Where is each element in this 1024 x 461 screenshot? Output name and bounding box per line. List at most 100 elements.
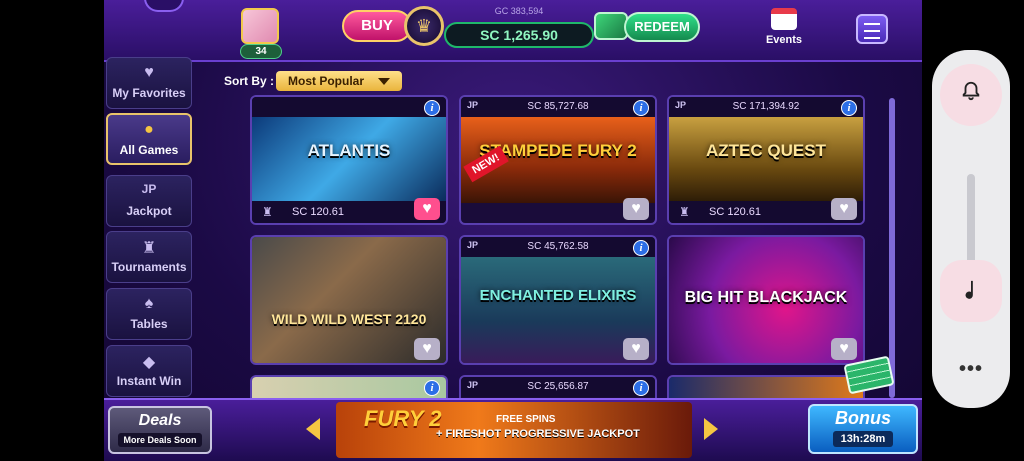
game-title: ENCHANTED ELIXIRS — [479, 287, 637, 304]
deals-button[interactable]: Deals More Deals Soon — [108, 406, 212, 454]
sidebar-item-label: Jackpot — [126, 204, 172, 218]
coins-icon: ● — [144, 121, 154, 138]
promo-headline: FREE SPINS — [496, 414, 556, 425]
sidebar-item-instant-win[interactable]: ◆ Instant Win — [106, 345, 192, 397]
promo-game-title: FURY 2 — [364, 406, 442, 431]
tile-footer: ♥ — [252, 338, 446, 363]
events-label: Events — [765, 34, 803, 46]
deals-title: Deals — [138, 412, 182, 429]
carousel-next-icon[interactable] — [704, 418, 718, 440]
sort-selected-value: Most Popular — [288, 74, 365, 88]
scrollbar[interactable] — [889, 98, 895, 398]
bonus-button[interactable]: Bonus 13h:28m — [808, 404, 918, 454]
sidebar-item-label: My Favorites — [112, 86, 186, 100]
scrollbar-thumb[interactable] — [889, 98, 895, 398]
category-sidebar: ♥ My Favorites ● All Games JP Jackpot ♜ … — [104, 55, 196, 405]
sidebar-item-tables[interactable]: ♠ Tables — [106, 288, 192, 340]
top-bar: 34 BUY ♛ GC 383,594 SC 1,265.90 REDEEM E… — [104, 0, 922, 62]
tournament-prize: SC 120.61 — [292, 206, 344, 218]
sidebar-item-jackpot[interactable]: JP Jackpot — [106, 175, 192, 227]
promo-banner[interactable]: FURY 2 FREE SPINS + FIRESHOT PROGRESSIVE… — [336, 402, 692, 458]
jp-icon: JP — [141, 182, 157, 196]
heart-icon: ♥ — [144, 64, 154, 81]
media-volume-button[interactable] — [940, 260, 1002, 322]
info-icon[interactable]: i — [424, 380, 440, 396]
redeem-button[interactable]: REDEEM — [624, 12, 700, 42]
sort-by-label: Sort By : — [224, 74, 275, 88]
heart-icon[interactable]: ♥ — [623, 338, 649, 360]
game-title: AZTEC QUEST — [706, 141, 826, 160]
more-options-icon[interactable]: ••• — [932, 358, 1010, 381]
game-tile-enchanted-elixirs[interactable]: JP SC 45,762.58 i ENCHANTED ELIXIRS ♥ — [459, 235, 657, 365]
collapse-chevron-icon[interactable] — [144, 0, 184, 12]
events-button[interactable]: Events — [762, 8, 806, 50]
casino-app: 34 BUY ♛ GC 383,594 SC 1,265.90 REDEEM E… — [104, 0, 922, 461]
info-icon[interactable]: i — [424, 100, 440, 116]
game-tile-atlantis[interactable]: i ATLANTIS ♜ SC 120.61 ♥ — [250, 95, 448, 225]
sidebar-item-label: Tables — [130, 317, 168, 331]
sidebar-item-label: Tournaments — [111, 260, 187, 274]
trophy-icon: ♜ — [141, 240, 157, 257]
notification-button[interactable] — [940, 64, 1002, 126]
heart-icon[interactable]: ♥ — [831, 198, 857, 220]
jackpot-value: SC 25,656.87 — [527, 381, 589, 392]
info-icon[interactable]: i — [633, 240, 649, 256]
volume-panel: ••• — [932, 50, 1010, 408]
bonus-title: Bonus — [835, 408, 891, 428]
sidebar-item-label: All Games — [119, 143, 179, 157]
buy-button[interactable]: BUY — [342, 10, 412, 42]
heart-icon[interactable]: ♥ — [623, 198, 649, 220]
diamond-icon: ◆ — [142, 354, 156, 371]
cash-icon — [594, 12, 628, 40]
game-title: WILD WILD WEST 2120 — [271, 311, 427, 327]
heart-icon[interactable]: ♥ — [831, 338, 857, 360]
info-icon[interactable]: i — [633, 100, 649, 116]
balance-display[interactable]: GC 383,594 SC 1,265.90 — [444, 4, 594, 48]
tile-footer: ♜ SC 120.61 ♥ — [252, 198, 446, 223]
cards-icon: ♠ — [144, 295, 154, 312]
menu-button[interactable] — [856, 14, 888, 44]
sort-dropdown[interactable]: Most Popular — [276, 71, 402, 91]
bottom-bar: Deals More Deals Soon FURY 2 FREE SPINS … — [104, 398, 922, 461]
tile-footer: ♜ SC 120.61 ♥ — [669, 198, 863, 223]
deals-subtitle: More Deals Soon — [118, 433, 202, 447]
level-badge: 34 — [240, 44, 282, 59]
tile-header: JP SC 45,762.58 i — [461, 237, 655, 257]
jackpot-value: SC 171,394.92 — [732, 101, 800, 112]
game-tile-big-hit-blackjack[interactable]: i BIG HIT BLACKJACK ♥ — [667, 235, 865, 365]
heart-icon[interactable]: ♥ — [414, 338, 440, 360]
tile-header: JP SC 85,727.68 i — [461, 97, 655, 117]
jackpot-value: SC 45,762.58 — [527, 241, 589, 252]
game-title: BIG HIT BLACKJACK — [684, 289, 848, 306]
tile-header: i — [252, 97, 446, 117]
bell-icon — [962, 81, 980, 101]
tile-header: JP SC 25,656.87 i — [461, 377, 655, 397]
trophy-icon: ♜ — [262, 205, 273, 219]
sc-balance: SC 1,265.90 — [444, 22, 594, 48]
game-title: ATLANTIS — [307, 141, 391, 160]
tile-footer: ♥ — [669, 338, 863, 363]
calendar-icon — [771, 8, 797, 30]
heart-icon[interactable]: ♥ — [414, 198, 440, 220]
hamburger-icon — [864, 23, 880, 25]
game-tile-wild-wild-west-2120[interactable]: i WILD WILD WEST 2120 ♥ — [250, 235, 448, 365]
sidebar-item-label: Instant Win — [116, 374, 182, 388]
tournament-prize: SC 120.61 — [709, 206, 761, 218]
crown-icon[interactable]: ♛ — [404, 6, 444, 46]
sidebar-item-tournaments[interactable]: ♜ Tournaments — [106, 231, 192, 283]
chevron-down-icon — [378, 78, 390, 85]
tile-header: JP SC 171,394.92 i — [669, 97, 863, 117]
carousel-prev-icon[interactable] — [306, 418, 320, 440]
gc-balance: GC 383,594 — [494, 6, 544, 16]
avatar[interactable] — [241, 8, 279, 44]
info-icon[interactable]: i — [841, 100, 857, 116]
sidebar-item-my-favorites[interactable]: ♥ My Favorites — [106, 57, 192, 109]
game-tile-aztec-quest[interactable]: JP SC 171,394.92 i AZTEC QUEST ♜ SC 120.… — [667, 95, 865, 225]
trophy-icon: ♜ — [679, 205, 690, 219]
jackpot-value: SC 85,727.68 — [527, 101, 589, 112]
info-icon[interactable]: i — [633, 380, 649, 396]
sidebar-item-all-games[interactable]: ● All Games — [106, 113, 192, 165]
game-tile-stampede-fury-2[interactable]: JP SC 85,727.68 i STAMPEDE FURY 2 NEW! ♥ — [459, 95, 657, 225]
tile-footer: ♥ — [461, 198, 655, 223]
bonus-timer: 13h:28m — [832, 431, 894, 447]
